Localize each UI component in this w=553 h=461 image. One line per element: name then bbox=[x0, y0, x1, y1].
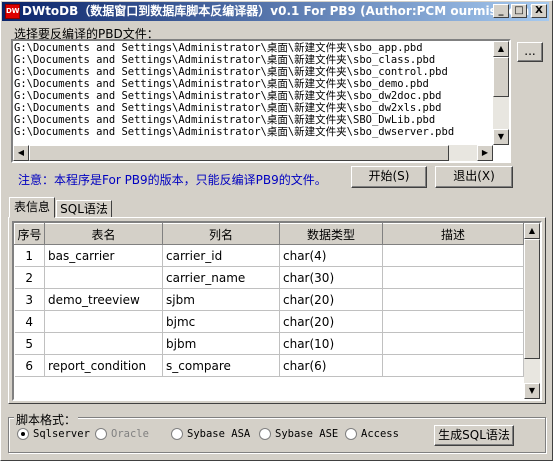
cell-type: char(20) bbox=[279, 288, 383, 311]
cell-table bbox=[44, 266, 163, 289]
radio-label: Access bbox=[361, 428, 399, 440]
col-header-no[interactable]: 序号 bbox=[14, 223, 45, 245]
tab-table-info[interactable]: 表信息 bbox=[9, 197, 55, 218]
cell-desc bbox=[382, 266, 524, 289]
cell-desc bbox=[382, 332, 524, 355]
grid-scroll-up-icon[interactable]: ▲ bbox=[524, 223, 540, 239]
cell-column: bjbm bbox=[162, 332, 280, 355]
hscroll-thumb[interactable] bbox=[29, 145, 449, 161]
pbd-file-item[interactable]: G:\Documents and Settings\Administrator\… bbox=[14, 114, 493, 126]
close-button[interactable]: X bbox=[531, 4, 547, 18]
pbd-file-item[interactable]: G:\Documents and Settings\Administrator\… bbox=[14, 42, 493, 54]
pbd-hscrollbar[interactable]: ◀ ▶ bbox=[13, 145, 493, 161]
cell-column: bjmc bbox=[162, 310, 280, 333]
radio-access[interactable]: Access bbox=[345, 428, 399, 440]
col-header-table[interactable]: 表名 bbox=[44, 223, 163, 245]
pbd-file-item[interactable]: G:\Documents and Settings\Administrator\… bbox=[14, 66, 493, 78]
cell-column: carrier_id bbox=[162, 244, 280, 267]
grid-scroll-down-icon[interactable]: ▼ bbox=[524, 383, 540, 399]
cell-column: s_compare bbox=[162, 354, 280, 377]
table-row[interactable]: 5 bjbm char(10) bbox=[14, 332, 524, 355]
scroll-left-icon[interactable]: ◀ bbox=[13, 145, 29, 161]
script-format-label: 脚本格式： bbox=[14, 411, 79, 428]
minimize-button[interactable]: _ bbox=[493, 4, 509, 18]
radio-label: Sqlserver bbox=[33, 428, 90, 440]
cell-desc bbox=[382, 310, 524, 333]
table-row[interactable]: 1 bas_carrier carrier_id char(4) bbox=[14, 244, 524, 267]
grid-scroll-thumb[interactable] bbox=[524, 239, 540, 359]
cell-type: char(6) bbox=[279, 354, 383, 377]
table-row[interactable]: 6 report_condition s_compare char(6) bbox=[14, 354, 524, 377]
table-row[interactable]: 3 demo_treeview sjbm char(20) bbox=[14, 288, 524, 311]
cell-no: 6 bbox=[14, 354, 45, 377]
table-row[interactable]: 2 carrier_name char(30) bbox=[14, 266, 524, 289]
cell-type: char(20) bbox=[279, 310, 383, 333]
start-button[interactable]: 开始(S) bbox=[351, 166, 427, 188]
cell-table: bas_carrier bbox=[44, 244, 163, 267]
radio-icon[interactable] bbox=[259, 428, 271, 440]
radio-sybase-asa[interactable]: Sybase ASA bbox=[171, 428, 250, 440]
pbd-file-item[interactable]: G:\Documents and Settings\Administrator\… bbox=[14, 78, 493, 90]
cell-desc bbox=[382, 288, 524, 311]
radio-label: Sybase ASE bbox=[275, 428, 339, 440]
cell-no: 3 bbox=[14, 288, 45, 311]
tab-sql[interactable]: SQL语法 bbox=[56, 200, 112, 218]
scroll-up-icon[interactable]: ▲ bbox=[493, 41, 509, 57]
cell-type: char(10) bbox=[279, 332, 383, 355]
browse-button[interactable]: ... bbox=[517, 42, 543, 62]
notice-text: 注意：本程序是For PB9的版本，只能反编译PB9的文件。 bbox=[18, 173, 327, 187]
radio-label: Sybase ASA bbox=[187, 428, 251, 440]
cell-column: sjbm bbox=[162, 288, 280, 311]
info-table: 序号 表名 列名 数据类型 描述 1 bas_carrier carrier_i… bbox=[14, 223, 524, 377]
generate-sql-button[interactable]: 生成SQL语法 bbox=[434, 425, 514, 446]
pbd-file-item[interactable]: G:\Documents and Settings\Administrator\… bbox=[14, 54, 493, 66]
radio-sybase-ase[interactable]: Sybase ASE bbox=[259, 428, 338, 440]
cell-type: char(30) bbox=[279, 266, 383, 289]
maximize-button[interactable]: □ bbox=[511, 4, 527, 18]
pbd-file-item[interactable]: G:\Documents and Settings\Administrator\… bbox=[14, 102, 493, 114]
radio-oracle: Oracle bbox=[95, 428, 149, 440]
cell-desc bbox=[382, 244, 524, 267]
radio-sqlserver[interactable]: Sqlserver bbox=[17, 428, 90, 440]
radio-icon[interactable] bbox=[345, 428, 357, 440]
cell-type: char(4) bbox=[279, 244, 383, 267]
cell-no: 2 bbox=[14, 266, 45, 289]
col-header-desc[interactable]: 描述 bbox=[382, 223, 524, 245]
pbd-vscrollbar[interactable]: ▲ ▼ bbox=[493, 41, 509, 145]
window-title: DWtoDB（数据窗口到数据库脚本反编译器）v0.1 For PB9 (Auth… bbox=[22, 4, 535, 18]
cell-desc bbox=[382, 354, 524, 377]
scroll-thumb[interactable] bbox=[493, 57, 509, 97]
exit-button[interactable]: 退出(X) bbox=[435, 166, 513, 188]
app-icon: DW bbox=[5, 4, 20, 19]
radio-icon[interactable] bbox=[171, 428, 183, 440]
cell-table bbox=[44, 332, 163, 355]
pbd-file-item[interactable]: G:\Documents and Settings\Administrator\… bbox=[14, 90, 493, 102]
cell-no: 4 bbox=[14, 310, 45, 333]
title-bar[interactable]: DW DWtoDB（数据窗口到数据库脚本反编译器）v0.1 For PB9 (A… bbox=[2, 2, 549, 21]
pbd-file-list[interactable]: G:\Documents and Settings\Administrator\… bbox=[11, 39, 511, 163]
cell-no: 5 bbox=[14, 332, 45, 355]
table-row[interactable]: 4 bjmc char(20) bbox=[14, 310, 524, 333]
col-header-column[interactable]: 列名 bbox=[162, 223, 280, 245]
cell-column: carrier_name bbox=[162, 266, 280, 289]
grid-vscrollbar[interactable]: ▲ ▼ bbox=[524, 223, 540, 399]
scroll-down-icon[interactable]: ▼ bbox=[493, 129, 509, 145]
table-header: 序号 表名 列名 数据类型 描述 bbox=[14, 223, 524, 245]
pbd-lines: G:\Documents and Settings\Administrator\… bbox=[14, 42, 493, 145]
cell-table bbox=[44, 310, 163, 333]
pbd-file-item[interactable]: G:\Documents and Settings\Administrator\… bbox=[14, 126, 493, 138]
col-header-type[interactable]: 数据类型 bbox=[279, 223, 383, 245]
radio-selected-icon[interactable] bbox=[17, 428, 29, 440]
scroll-right-icon[interactable]: ▶ bbox=[477, 145, 493, 161]
cell-table: report_condition bbox=[44, 354, 163, 377]
radio-icon bbox=[95, 428, 107, 440]
table-grid[interactable]: 序号 表名 列名 数据类型 描述 1 bas_carrier carrier_i… bbox=[12, 221, 542, 401]
radio-label: Oracle bbox=[111, 428, 149, 440]
cell-no: 1 bbox=[14, 244, 45, 267]
cell-table: demo_treeview bbox=[44, 288, 163, 311]
